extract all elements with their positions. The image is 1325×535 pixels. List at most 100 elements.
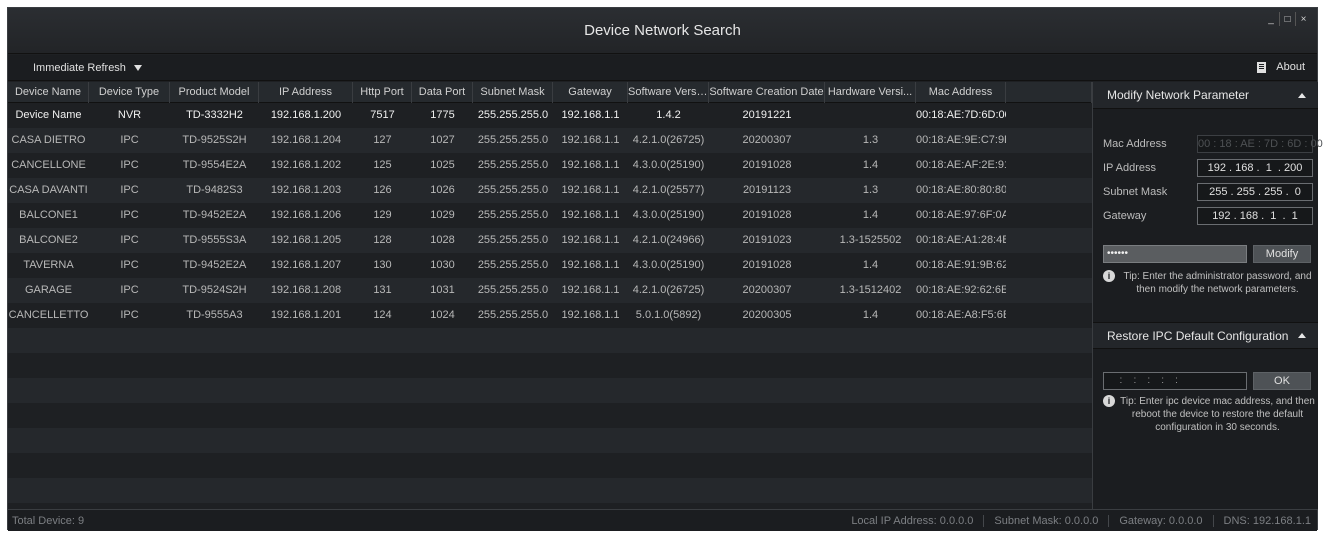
table-cell: 192.168.1.1 [561,134,620,146]
col-data-port[interactable]: Data Port [412,82,473,103]
restore-mac-input[interactable]: : : : : : [1103,372,1247,390]
table-cell: TD-9524S2H [182,284,247,296]
table-cell: TD-9555S3A [182,234,247,246]
modify-tip: i Tip: Enter the administrator password,… [1103,270,1315,296]
table-cell: 4.2.1.0(24966) [632,234,705,246]
empty-row [8,453,1092,478]
table-cell: IPC [120,309,139,321]
col-ip-address[interactable]: IP Address [259,82,353,103]
table-cell: 1026 [430,184,455,196]
table-cell: 127 [373,134,392,146]
info-icon: i [1103,395,1115,407]
table-cell: 1.3 [862,184,879,196]
table-cell: 192.168.1.202 [270,159,342,171]
collapse-icon [1298,333,1306,338]
device-table: Device Name Device Type Product Model IP… [8,82,1092,509]
status-bar: Total Device: 9 Local IP Address: 0.0.0.… [8,509,1317,531]
gateway-field[interactable]: 192 . 168 . 1 . 1 [1197,207,1313,225]
ip-address-row: IP Address 192 . 168 . 1 . 200 [1103,159,1313,177]
col-mac-address[interactable]: Mac Address [916,82,1006,103]
dns-status: DNS: 192.168.1.1 [1223,515,1311,527]
col-software-version[interactable]: Software Version [628,82,709,103]
table-cell: 129 [373,209,392,221]
table-cell: 192.168.1.1 [561,309,620,321]
gateway-row: Gateway 192 . 168 . 1 . 1 [1103,207,1313,225]
table-cell: 1.4.2 [656,109,681,121]
password-input[interactable]: •••••• [1103,245,1247,263]
col-device-type[interactable]: Device Type [89,82,170,103]
col-product-model[interactable]: Product Model [170,82,259,103]
table-cell: 192.168.1.1 [561,259,620,271]
table-row[interactable]: Device Name NVR TD-3332H2 192.168.1.200 7517… [8,103,1092,128]
table-cell: 20200307 [742,134,792,146]
table-row[interactable]: GARAGE IPC TD-9524S2H 192.168.1.208 131 1031 2… [8,278,1092,303]
table-cell: 1.4 [862,309,879,321]
ok-button[interactable]: OK [1253,372,1311,390]
table-cell: 192.168.1.1 [561,234,620,246]
table-row[interactable]: BALCONE2 IPC TD-9555S3A 192.168.1.205 128 102… [8,228,1092,253]
network-info: Local IP Address: 0.0.0.0 Subnet Mask: 0… [851,515,1311,527]
table-row[interactable]: BALCONE1 IPC TD-9452E2A 192.168.1.206 129 102… [8,203,1092,228]
col-gateway[interactable]: Gateway [553,82,628,103]
table-cell: 130 [373,259,392,271]
table-cell: 192.168.1.200 [270,109,342,121]
table-cell: TD-9452E2A [182,209,247,221]
restore-tip-text: Tip: Enter ipc device mac address, and t… [1120,396,1315,433]
table-cell: IPC [120,259,139,271]
table-cell: 1.4 [862,209,879,221]
table-cell: 00:18:AE:97:6F:0A [916,209,1006,221]
table-cell: 255.255.255.0 [477,109,549,121]
modify-button[interactable]: Modify [1253,245,1311,263]
table-cell: 00:18:AE:80:80:80 [916,184,1006,196]
table-cell: 1.4 [862,159,879,171]
col-http-port[interactable]: Http Port [353,82,412,103]
table-row[interactable]: CANCELLONE IPC TD-9554E2A 192.168.1.202 125 1… [8,153,1092,178]
table-cell: 20200305 [742,309,792,321]
table-cell: 1029 [430,209,455,221]
ip-address-field[interactable]: 192 . 168 . 1 . 200 [1197,159,1313,177]
empty-row [8,478,1092,503]
table-row[interactable]: CASA DIETRO IPC TD-9525S2H 192.168.1.204 127… [8,128,1092,153]
table-row[interactable]: CASA DAVANTI IPC TD-9482S3 192.168.1.203 126… [8,178,1092,203]
table-cell: 20191028 [742,209,792,221]
about-button[interactable]: About [1257,61,1305,73]
window-title: Device Network Search [584,22,741,39]
table-row[interactable]: CANCELLETTO IPC TD-9555A3 192.168.1.201 124 1… [8,303,1092,328]
col-software-creation-date[interactable]: Software Creation Date [709,82,825,103]
immediate-refresh-dropdown[interactable]: Immediate Refresh [33,62,142,74]
table-cell: 1030 [430,259,455,271]
toolbar: Immediate Refresh About [8,55,1317,81]
col-hardware-version[interactable]: Hardware Versi... [825,82,916,103]
maximize-button[interactable]: □ [1279,12,1295,26]
table-cell-filler [1006,303,1092,328]
table-cell: 7517 [370,109,395,121]
empty-row [8,328,1092,353]
table-cell: 1.3-1512402 [839,284,902,296]
table-cell: 4.3.0.0(25190) [632,159,705,171]
table-cell: 131 [373,284,392,296]
table-cell: 00:18:AE:A8:F5:6B [916,309,1006,321]
table-cell: 255.255.255.0 [477,309,549,321]
gateway-status: Gateway: 0.0.0.0 [1119,515,1203,527]
gateway-label: Gateway [1103,210,1147,222]
close-button[interactable]: × [1295,12,1311,26]
table-cell: TD-9554E2A [182,159,247,171]
table-cell: TD-9482S3 [186,184,243,196]
restore-panel-header[interactable]: Restore IPC Default Configuration [1093,322,1318,349]
col-device-name[interactable]: Device Name [8,82,89,103]
modify-panel-header[interactable]: Modify Network Parameter [1093,82,1318,109]
table-cell: IPC [120,209,139,221]
table-cell: CASA DAVANTI [9,184,88,196]
minimize-button[interactable]: _ [1263,12,1279,26]
col-subnet-mask[interactable]: Subnet Mask [473,82,553,103]
modify-tip-text: Tip: Enter the administrator password, a… [1123,271,1312,295]
table-cell: 20191028 [742,259,792,271]
table-cell: 1.3 [862,134,879,146]
window-controls: _ □ × [1263,12,1311,26]
subnet-mask-field[interactable]: 255 . 255 . 255 . 0 [1197,183,1313,201]
table-row[interactable]: TAVERNA IPC TD-9452E2A 192.168.1.207 130 1030… [8,253,1092,278]
table-cell: CANCELLETTO [8,309,89,321]
table-cell: IPC [120,184,139,196]
divider [983,515,985,527]
table-cell: IPC [120,134,139,146]
